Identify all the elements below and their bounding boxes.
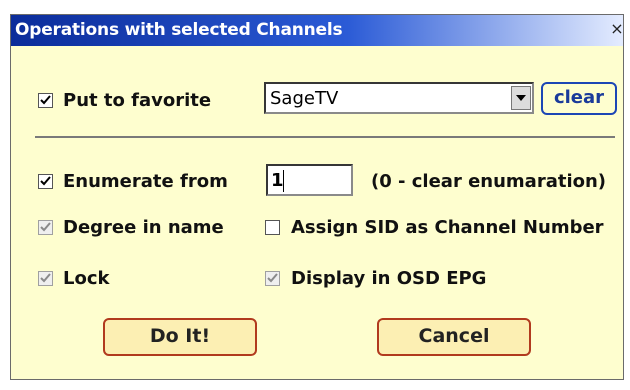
put-to-favorite-label: Put to favorite	[63, 90, 212, 111]
favorite-select-value: SageTV	[270, 88, 339, 109]
enumerate-checkbox[interactable]	[38, 174, 53, 189]
cancel-button[interactable]: Cancel	[377, 318, 531, 356]
lock-label: Lock	[63, 268, 110, 289]
dropdown-arrow-button[interactable]	[511, 86, 531, 110]
checkmark-icon	[40, 273, 51, 283]
degree-in-name-label: Degree in name	[63, 217, 224, 238]
title-bar: Operations with selected Channels ×	[11, 15, 625, 46]
display-osd-epg-checkbox[interactable]	[265, 271, 280, 286]
close-button[interactable]: ×	[609, 19, 625, 39]
chevron-down-icon	[516, 95, 526, 101]
lock-checkbox[interactable]	[38, 271, 53, 286]
favorite-select[interactable]: SageTV	[264, 82, 534, 114]
close-icon: ×	[610, 19, 624, 38]
enumerate-value: 1	[271, 170, 284, 191]
degree-in-name-checkbox[interactable]	[38, 220, 53, 235]
checkmark-icon	[40, 222, 51, 232]
separator	[35, 136, 615, 138]
checkmark-icon	[267, 273, 278, 283]
checkmark-icon	[40, 176, 51, 186]
assign-sid-label: Assign SID as Channel Number	[291, 217, 604, 238]
put-to-favorite-checkbox[interactable]	[38, 93, 53, 108]
display-osd-epg-label: Display in OSD EPG	[291, 268, 487, 289]
checkmark-icon	[40, 95, 51, 105]
operations-dialog: Operations with selected Channels × Put …	[10, 14, 624, 380]
clear-button[interactable]: clear	[541, 82, 617, 115]
dialog-title: Operations with selected Channels	[15, 20, 343, 40]
assign-sid-checkbox[interactable]	[265, 220, 280, 235]
enumerate-input[interactable]: 1	[266, 164, 353, 196]
enumerate-label: Enumerate from	[63, 171, 228, 192]
do-it-button[interactable]: Do It!	[103, 318, 257, 356]
enumerate-hint: (0 - clear enumaration)	[371, 171, 607, 192]
text-caret	[283, 170, 284, 192]
